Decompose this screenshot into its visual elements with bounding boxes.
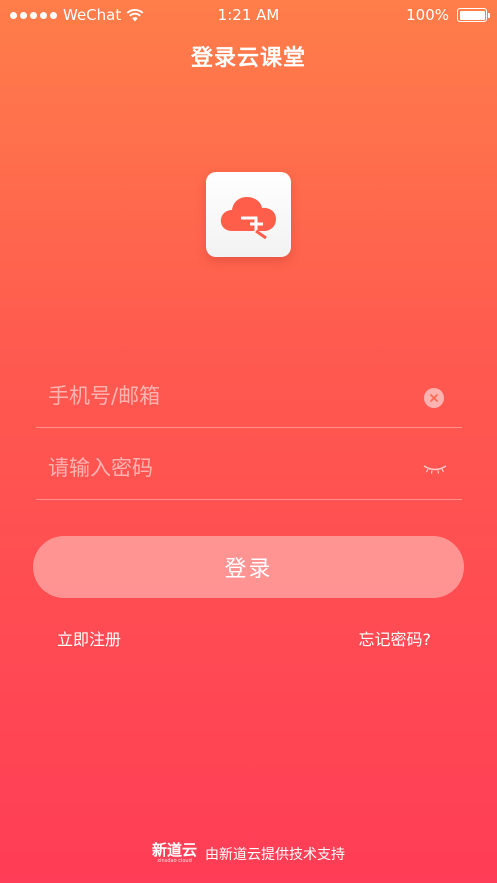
status-bar: WeChat 1:21 AM 100% <box>0 0 497 30</box>
password-input[interactable] <box>48 456 408 480</box>
login-button[interactable]: 登录 <box>33 536 464 598</box>
eye-closed-icon[interactable] <box>422 462 448 476</box>
clear-icon[interactable] <box>424 388 444 408</box>
footer-text: 由新道云提供技术支持 <box>205 846 345 863</box>
app-logo <box>206 172 291 257</box>
cloud-icon <box>220 196 276 239</box>
battery-percent: 100% <box>406 6 449 24</box>
forgot-password-link[interactable]: 忘记密码? <box>359 626 432 650</box>
password-field <box>36 428 462 500</box>
status-right: 100% <box>406 6 490 24</box>
footer: 新道云 xinsdao cloud 由新道云提供技术支持 <box>0 843 497 864</box>
footer-brand-sub: xinsdao cloud <box>157 858 192 864</box>
page-title: 登录云课堂 <box>190 46 306 71</box>
register-link[interactable]: 立即注册 <box>57 626 121 650</box>
footer-brand-name: 新道云 <box>151 841 197 859</box>
phone-email-input[interactable] <box>48 384 408 408</box>
battery-icon <box>457 8 490 22</box>
footer-brand-logo: 新道云 xinsdao cloud <box>152 843 197 864</box>
phone-field <box>36 356 462 428</box>
